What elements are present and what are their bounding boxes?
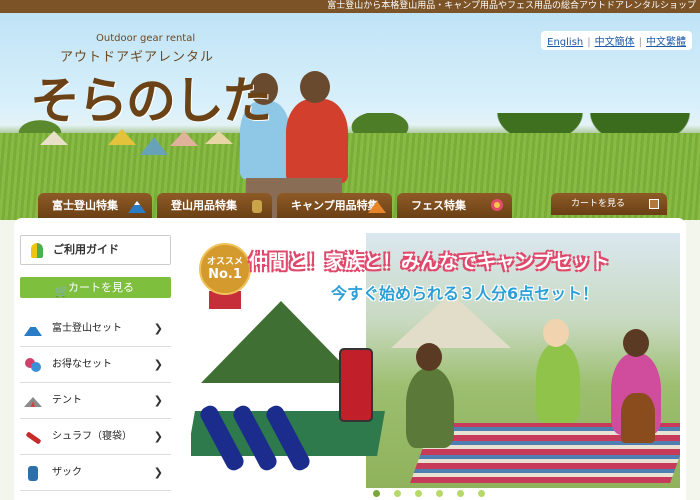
language-switcher: English | 中文簡体 | 中文繁體 [541,31,692,50]
banner-title: 仲間と！家族と！みんなでキャンプセット [249,251,610,273]
backpack-icon [28,466,38,481]
camper-figure [406,368,454,448]
nav-cart-button[interactable]: カートを見る [551,193,667,215]
product-tent [201,301,361,383]
drum-shape [621,393,655,443]
separator: | [587,37,591,48]
nav-tab-camping[interactable]: キャンプ用品特集 [277,193,392,219]
category-label: シュラフ（寝袋） [52,431,132,442]
product-lantern [339,348,373,422]
category-item-sleeping-bag[interactable]: シュラフ（寝袋） ❯ [20,419,171,455]
carousel-dot[interactable] [457,490,464,497]
category-item-fuji-set[interactable]: 富士登山セット ❯ [20,311,171,347]
shopping-cart-icon: 🛒 [55,285,69,298]
balloon-icon [491,199,503,211]
hiker-head [300,71,330,103]
nav-tab-festival[interactable]: フェス特集 [397,193,512,219]
carousel-dot[interactable] [415,490,422,497]
logo-subtitle: Outdoor gear rental [96,33,196,44]
language-link-english[interactable]: English [547,37,583,48]
nav-tab-climbing[interactable]: 登山用品特集 [157,193,272,219]
category-item-tent[interactable]: テント ❯ [20,383,171,419]
cart-icon [649,199,659,209]
chevron-right-icon: ❯ [153,394,163,407]
category-label: テント [52,395,82,406]
gear-set-icon [25,358,41,372]
hiker-figure [286,99,348,183]
sidebar-cart-label: カートを見る [68,281,134,294]
banner-subtitle: 今すぐ始められる３人分6点セット！ [331,284,599,303]
site-logo[interactable]: そらのした [30,61,272,133]
camper-head [416,343,442,371]
category-label: お得なセット [52,359,112,370]
nav-cart-label: カートを見る [571,199,626,209]
chevron-right-icon: ❯ [153,358,163,371]
hero-image: Outdoor gear rental アウトドアギアレンタル そらのした En… [0,13,700,220]
tent-shape [140,137,168,155]
tent-icon [368,201,386,213]
carousel-dot[interactable] [478,490,485,497]
category-item-backpack[interactable]: ザック ❯ [20,455,171,491]
category-label: 富士登山セット [52,323,122,334]
camper-figure [536,343,580,423]
language-link-simplified-chinese[interactable]: 中文簡体 [595,37,635,48]
tent-icon [24,397,42,407]
camper-head [623,329,649,357]
tent-shape [170,131,198,146]
language-link-traditional-chinese[interactable]: 中文繁體 [646,37,686,48]
badge-label: オススメ [206,257,243,267]
mount-fuji-icon [24,323,42,336]
tent-shape [40,131,68,145]
nav-tab-fuji[interactable]: 富士登山特集 [38,193,152,219]
camper-head [543,319,569,347]
promo-banner[interactable]: オススメ No.1 仲間と！家族と！みんなでキャンプセット 今すぐ始められる３人… [191,233,680,488]
sleeping-bag-icon [26,432,41,444]
main-nav: 富士登山特集 登山用品特集 キャンプ用品特集 フェス特集 カートを見る [0,193,700,220]
backpack-icon [252,200,262,213]
carousel-dot[interactable] [394,490,401,497]
nav-tab-label: フェス特集 [411,199,466,212]
top-bar: 富士登山から本格登山用品・キャンプ用品やフェス用品の総合アウトドアレンタルショッ… [0,0,700,13]
carousel-dots [373,490,503,500]
usage-guide-button[interactable]: ご利用ガイド [20,235,171,265]
recommended-badge: オススメ No.1 [199,243,251,295]
category-item-value-set[interactable]: お得なセット ❯ [20,347,171,383]
mount-fuji-icon [128,201,146,213]
nav-tab-label: 登山用品特集 [171,199,237,212]
chevron-right-icon: ❯ [153,466,163,479]
nav-tab-label: 富士登山特集 [52,199,118,212]
usage-guide-label: ご利用ガイド [53,243,119,256]
carousel-dot[interactable] [436,490,443,497]
category-list: 富士登山セット ❯ お得なセット ❯ テント ❯ シュラフ（寝袋） ❯ ザック … [20,311,171,491]
badge-rank: No.1 [208,267,242,282]
sidebar-cart-button[interactable]: 🛒 カートを見る [20,277,171,298]
site-tagline: 富士登山から本格登山用品・キャンプ用品やフェス用品の総合アウトドアレンタルショッ… [327,1,696,11]
carousel-dot[interactable] [373,490,380,497]
chevron-right-icon: ❯ [153,430,163,443]
chevron-right-icon: ❯ [153,322,163,335]
beginner-mark-icon [31,243,43,258]
nav-tab-label: キャンプ用品特集 [291,199,379,212]
separator: | [638,37,642,48]
category-label: ザック [52,467,82,478]
